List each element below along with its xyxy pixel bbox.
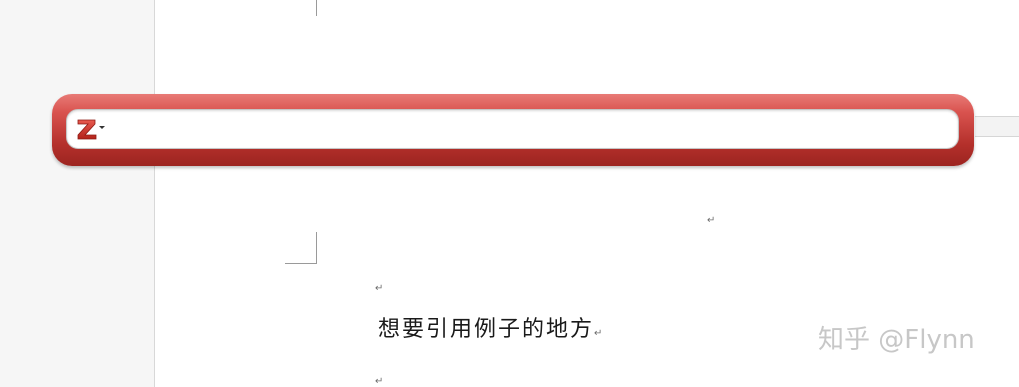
citation-search-input[interactable] (66, 109, 959, 149)
chevron-down-icon[interactable] (99, 126, 105, 129)
paragraph-mark: ↵ (707, 215, 716, 226)
navigation-pane (0, 0, 155, 387)
paragraph-mark: ↵ (375, 376, 384, 387)
document-paragraph[interactable]: 想要引用例子的地方↵ (378, 314, 602, 350)
watermark-text: 知乎 @Flynn (818, 325, 975, 355)
paragraph-mark: ↵ (594, 328, 603, 339)
zotero-logo-icon[interactable] (76, 117, 98, 141)
document-text: 想要引用例子的地方 (378, 317, 595, 342)
crop-mark-vertical (316, 232, 317, 263)
scrollbar-strip (975, 116, 1019, 137)
crop-mark-horizontal (285, 263, 317, 264)
crop-mark-top (316, 0, 317, 16)
paragraph-mark: ↵ (375, 283, 384, 294)
